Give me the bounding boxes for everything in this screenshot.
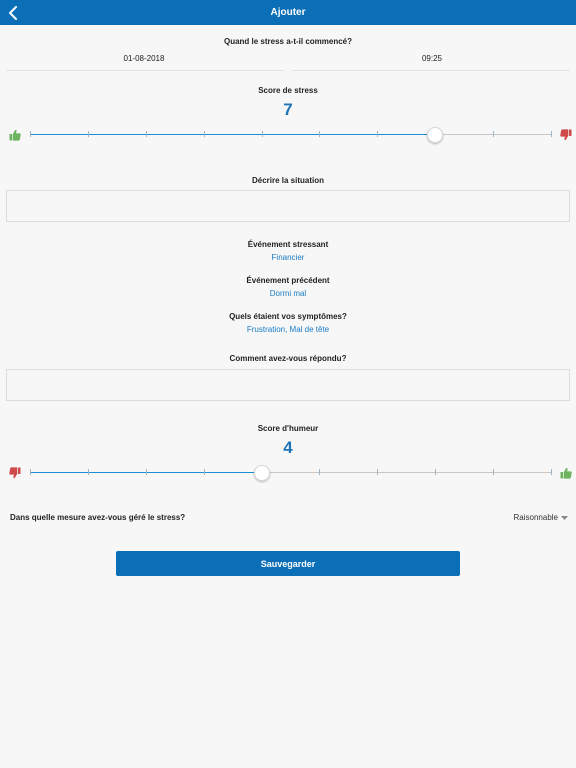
stress-score-label: Score de stress [258, 86, 318, 95]
slider-tick [30, 131, 31, 137]
managed-dropdown[interactable]: Raisonnable [514, 513, 568, 522]
previous-event-label: Événement précédent [246, 276, 330, 285]
slider-tick [493, 131, 495, 137]
symptoms-label: Quels étaient vos symptômes? [229, 312, 347, 321]
thumbs-down-icon [560, 129, 572, 141]
time-underline [292, 70, 570, 71]
mood-score-slider[interactable] [30, 465, 552, 481]
symptoms-value[interactable]: Frustration, Mal de tête [0, 325, 576, 334]
slider-tick [319, 469, 321, 475]
stressful-event-value[interactable]: Financier [0, 253, 576, 262]
slider-tick [377, 131, 379, 137]
slider-thumb[interactable] [253, 465, 270, 481]
slider-tick [30, 469, 31, 475]
slider-tick [145, 469, 147, 475]
stress-start-label: Quand le stress a-t-il commencé? [223, 37, 353, 46]
mood-score-value: 4 [283, 438, 293, 457]
response-field[interactable] [6, 369, 570, 401]
time-picker[interactable]: 09:25 [332, 54, 532, 63]
slider-tick [319, 131, 321, 137]
slider-fill [30, 134, 436, 135]
stress-score-value: 7 [283, 100, 293, 119]
date-picker[interactable]: 01-08-2018 [44, 54, 244, 63]
save-button[interactable]: Sauvegarder [116, 551, 460, 576]
managed-selected-value: Raisonnable [513, 513, 558, 522]
slider-tick [203, 131, 205, 137]
situation-input[interactable] [7, 191, 569, 221]
slider-tick [87, 131, 89, 137]
situation-field[interactable] [6, 190, 570, 222]
slider-tick [551, 469, 552, 475]
thumbs-down-icon [9, 467, 21, 479]
slider-tick [435, 469, 437, 475]
thumbs-up-icon [9, 129, 21, 141]
managed-label: Dans quelle mesure avez-vous géré le str… [10, 513, 186, 522]
slider-tick [145, 131, 147, 137]
slider-tick [551, 131, 552, 137]
stressful-event-label: Événement stressant [247, 240, 329, 249]
thumbs-up-icon [560, 467, 572, 479]
situation-label: Décrire la situation [251, 176, 325, 185]
previous-event-value[interactable]: Dormi mal [0, 289, 576, 298]
caret-down-icon [561, 515, 568, 520]
slider-tick [493, 469, 495, 475]
mood-score-label: Score d'humeur [257, 424, 319, 433]
slider-tick [377, 469, 379, 475]
slider-tick [261, 131, 263, 137]
slider-tick [203, 469, 205, 475]
response-input[interactable] [7, 370, 569, 400]
slider-tick [87, 469, 89, 475]
slider-thumb[interactable] [427, 127, 444, 143]
response-label: Comment avez-vous répondu? [229, 354, 347, 363]
date-underline [6, 70, 284, 71]
top-bar: Ajouter [0, 0, 576, 25]
stress-score-slider[interactable] [30, 127, 552, 143]
page-title: Ajouter [270, 7, 306, 18]
